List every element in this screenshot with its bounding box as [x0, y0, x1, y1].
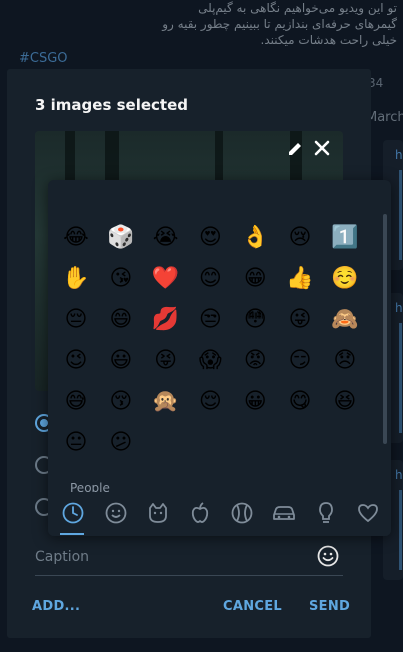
emoji-category-bar: [48, 492, 391, 536]
emoji-button[interactable]: 😚: [107, 388, 135, 416]
emoji-button[interactable]: 😁: [241, 265, 269, 293]
emoji-button[interactable]: 😋: [286, 388, 314, 416]
recent-icon[interactable]: [60, 500, 86, 526]
channel-message-text: تو این ویدیو می‌خواهیم نگاهی به گیم‌پلی …: [162, 1, 397, 47]
car-icon[interactable]: [271, 500, 297, 526]
emoji-button[interactable]: ❤️: [152, 265, 180, 293]
cat-icon[interactable]: [145, 500, 171, 526]
emoji-toggle-icon[interactable]: [317, 545, 339, 567]
heart-icon[interactable]: [355, 500, 381, 526]
close-icon[interactable]: [312, 138, 332, 158]
emoji-button[interactable]: 😜: [286, 306, 314, 334]
emoji-button[interactable]: 😝: [152, 347, 180, 375]
ball-icon[interactable]: [229, 500, 255, 526]
emoji-button[interactable]: 😳: [241, 306, 269, 334]
background-card-bar: [399, 490, 402, 570]
emoji-button[interactable]: 😊: [196, 265, 224, 293]
emoji-scrollbar[interactable]: [383, 214, 387, 444]
emoji-button[interactable]: 1️⃣: [331, 224, 359, 252]
pencil-icon[interactable]: [286, 140, 304, 158]
cancel-button[interactable]: CANCEL: [223, 599, 282, 614]
emoji-button[interactable]: 😭: [152, 224, 180, 252]
emoji-button[interactable]: ☺️: [331, 265, 359, 293]
emoji-button[interactable]: 🎲: [107, 224, 135, 252]
bulb-icon[interactable]: [313, 500, 339, 526]
emoji-button[interactable]: 😕: [107, 429, 135, 457]
apple-icon[interactable]: [187, 500, 213, 526]
background-card-label: h: [395, 148, 403, 162]
emoji-button[interactable]: 😡: [241, 347, 269, 375]
caption-field: [35, 541, 343, 576]
emoji-button[interactable]: 😐: [62, 429, 90, 457]
emoji-button[interactable]: 😆: [331, 388, 359, 416]
emoji-button[interactable]: 😉: [62, 347, 90, 375]
emoji-button[interactable]: 😢: [286, 224, 314, 252]
hashtag-link[interactable]: #CSGO: [19, 51, 68, 66]
emoji-button[interactable]: 🙊: [152, 388, 180, 416]
background-card-bar: [399, 323, 402, 433]
emoji-button[interactable]: 😒: [196, 306, 224, 334]
dialog-title: 3 images selected: [35, 96, 189, 114]
emoji-button[interactable]: 🙈: [331, 306, 359, 334]
emoji-button[interactable]: 😞: [331, 347, 359, 375]
emoji-button[interactable]: ✋: [62, 265, 90, 293]
emoji-button[interactable]: 😂: [62, 224, 90, 252]
emoji-panel: 😂 🎲 😭 😍 👌 😢 1️⃣ ✋ 😘 ❤️ 😊 😁 👍 ☺️ 😔 😄 💋 😒 😳 😜 🙈 😉 😃 😝 😱 😡 😏 😞 😅 😚 🙊 😌 😀 😋 😆 😐…: [48, 180, 391, 536]
add-button[interactable]: ADD...: [32, 599, 80, 614]
emoji-button[interactable]: 😄: [107, 306, 135, 334]
emoji-button[interactable]: 😔: [62, 306, 90, 334]
active-category-indicator: [60, 533, 84, 535]
send-button[interactable]: SEND: [309, 599, 350, 614]
emoji-button[interactable]: 😌: [196, 388, 224, 416]
emoji-button[interactable]: 💋: [152, 306, 180, 334]
emoji-button[interactable]: 😱: [196, 347, 224, 375]
emoji-button[interactable]: 😘: [107, 265, 135, 293]
smiley-icon[interactable]: [103, 500, 129, 526]
caption-input[interactable]: [35, 545, 305, 569]
emoji-button[interactable]: 😃: [107, 347, 135, 375]
date-separator: March: [366, 110, 403, 125]
emoji-button[interactable]: 👍: [286, 265, 314, 293]
emoji-button[interactable]: 😏: [286, 347, 314, 375]
emoji-button[interactable]: 😅: [62, 388, 90, 416]
emoji-button[interactable]: 😍: [196, 224, 224, 252]
emoji-button[interactable]: 👌: [241, 224, 269, 252]
background-card-bar: [399, 170, 402, 260]
emoji-button[interactable]: 😀: [241, 388, 269, 416]
